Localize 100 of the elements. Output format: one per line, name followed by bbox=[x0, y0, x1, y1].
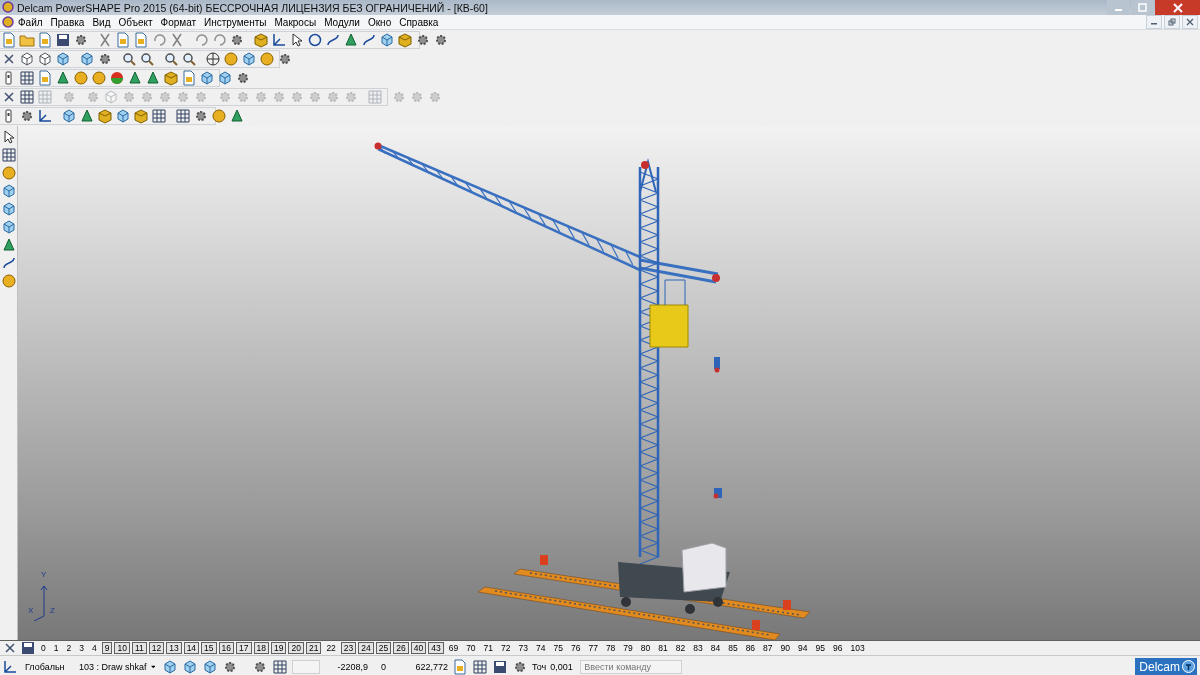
level-button[interactable]: 17 bbox=[236, 642, 252, 654]
close-icon[interactable] bbox=[2, 642, 18, 654]
level-button[interactable]: 73 bbox=[515, 642, 531, 654]
level-button[interactable]: 9 bbox=[101, 642, 113, 654]
menu-item[interactable]: Файл bbox=[14, 16, 47, 28]
level-button[interactable]: 0 bbox=[38, 642, 49, 654]
sphere-icon[interactable] bbox=[73, 70, 89, 86]
close-button[interactable] bbox=[1155, 0, 1200, 15]
arc-icon[interactable] bbox=[325, 32, 341, 48]
grid-icon[interactable] bbox=[19, 89, 35, 105]
scissors-icon[interactable] bbox=[169, 32, 185, 48]
menu-item[interactable]: Справка bbox=[395, 16, 443, 28]
level-button[interactable]: 19 bbox=[271, 642, 287, 654]
scissors-icon[interactable] bbox=[97, 32, 113, 48]
cube-icon[interactable] bbox=[0, 219, 17, 235]
level-button[interactable]: 10 bbox=[114, 642, 130, 654]
sphere-icon[interactable] bbox=[223, 51, 239, 67]
magnifier-icon[interactable] bbox=[163, 51, 179, 67]
cone-icon[interactable] bbox=[0, 237, 17, 253]
sphere-icon[interactable] bbox=[0, 165, 17, 181]
cursor-icon[interactable] bbox=[289, 32, 305, 48]
restore-button[interactable] bbox=[1164, 15, 1180, 29]
level-button[interactable]: 40 bbox=[410, 642, 427, 654]
arc-icon[interactable] bbox=[0, 255, 17, 271]
sphere-icon[interactable] bbox=[259, 51, 275, 67]
level-button[interactable]: 82 bbox=[672, 642, 689, 654]
input-field[interactable] bbox=[292, 659, 320, 674]
level-button[interactable]: 79 bbox=[620, 642, 636, 654]
level-button[interactable]: 80 bbox=[637, 642, 654, 654]
grid-icon[interactable] bbox=[19, 70, 35, 86]
menu-item[interactable]: Вид bbox=[88, 16, 115, 28]
sphere-icon[interactable] bbox=[91, 70, 107, 86]
level-button[interactable]: 76 bbox=[567, 642, 584, 654]
axes-icon[interactable] bbox=[37, 108, 53, 124]
minimize-button[interactable] bbox=[1146, 15, 1162, 29]
level-button[interactable]: 84 bbox=[707, 642, 724, 654]
menu-item[interactable]: Модули bbox=[320, 16, 364, 28]
level-button[interactable]: 14 bbox=[183, 642, 200, 654]
level-button[interactable]: 2 bbox=[63, 642, 75, 654]
box-icon[interactable] bbox=[397, 32, 413, 48]
cube-icon[interactable] bbox=[199, 70, 215, 86]
level-button[interactable]: 22 bbox=[323, 642, 339, 654]
level-button[interactable]: 87 bbox=[760, 642, 776, 654]
cube-icon[interactable] bbox=[182, 658, 198, 675]
cone-icon[interactable] bbox=[127, 70, 143, 86]
cube-icon[interactable] bbox=[61, 108, 77, 124]
cube-icon[interactable] bbox=[241, 51, 257, 67]
menu-item[interactable]: Окно bbox=[363, 16, 396, 28]
sphere-icon[interactable] bbox=[0, 273, 17, 289]
cube-icon[interactable] bbox=[79, 51, 95, 67]
level-button[interactable]: 96 bbox=[830, 642, 846, 654]
level-button[interactable]: 72 bbox=[498, 642, 514, 654]
box-icon[interactable] bbox=[163, 70, 179, 86]
sphere-icon[interactable] bbox=[109, 70, 125, 86]
cone-icon[interactable] bbox=[145, 70, 161, 86]
level-button[interactable]: 21 bbox=[305, 642, 322, 654]
grid-icon[interactable] bbox=[0, 147, 17, 163]
level-button[interactable]: 75 bbox=[550, 642, 566, 654]
level-button[interactable]: 4 bbox=[88, 642, 100, 654]
menu-item[interactable]: Инструменты bbox=[200, 16, 271, 28]
cube-icon[interactable] bbox=[37, 51, 53, 67]
cube-icon[interactable] bbox=[19, 51, 35, 67]
box-icon[interactable] bbox=[133, 108, 149, 124]
level-button[interactable]: 1 bbox=[50, 642, 62, 654]
level-button[interactable]: 24 bbox=[358, 642, 374, 654]
menu-item[interactable]: Формат bbox=[156, 16, 201, 28]
level-button[interactable]: 85 bbox=[725, 642, 741, 654]
cone-icon[interactable] bbox=[343, 32, 359, 48]
cube-icon[interactable] bbox=[379, 32, 395, 48]
grid-icon[interactable] bbox=[151, 108, 167, 124]
level-button[interactable]: 70 bbox=[463, 642, 479, 654]
level-button[interactable]: 13 bbox=[166, 642, 182, 654]
sphere-icon[interactable] bbox=[211, 108, 227, 124]
undo-icon[interactable] bbox=[151, 32, 167, 48]
cone-icon[interactable] bbox=[55, 70, 71, 86]
cone-icon[interactable] bbox=[79, 108, 95, 124]
box-icon[interactable] bbox=[253, 32, 269, 48]
cube-icon[interactable] bbox=[55, 51, 71, 67]
level-button[interactable]: 18 bbox=[253, 642, 269, 654]
menu-item[interactable]: Объект bbox=[114, 16, 157, 28]
level-button[interactable]: 74 bbox=[533, 642, 549, 654]
level-button[interactable]: 90 bbox=[777, 642, 794, 654]
circle-icon[interactable] bbox=[307, 32, 323, 48]
cube-icon[interactable] bbox=[0, 201, 17, 217]
level-button[interactable]: 23 bbox=[340, 642, 357, 654]
cone-icon[interactable] bbox=[229, 108, 245, 124]
level-button[interactable]: 94 bbox=[795, 642, 811, 654]
magnifier-icon[interactable] bbox=[121, 51, 137, 67]
level-button[interactable]: 71 bbox=[480, 642, 497, 654]
globe-icon[interactable] bbox=[205, 51, 221, 67]
level-button[interactable]: 86 bbox=[742, 642, 759, 654]
level-button[interactable]: 3 bbox=[76, 642, 87, 654]
axes-icon[interactable] bbox=[2, 658, 18, 675]
close-button[interactable] bbox=[1182, 15, 1198, 29]
undo-icon[interactable] bbox=[193, 32, 209, 48]
level-button[interactable]: 81 bbox=[655, 642, 671, 654]
arc-icon[interactable] bbox=[361, 32, 377, 48]
cube-icon[interactable] bbox=[115, 108, 131, 124]
level-button[interactable]: 78 bbox=[602, 642, 619, 654]
grid-icon[interactable] bbox=[272, 658, 288, 675]
